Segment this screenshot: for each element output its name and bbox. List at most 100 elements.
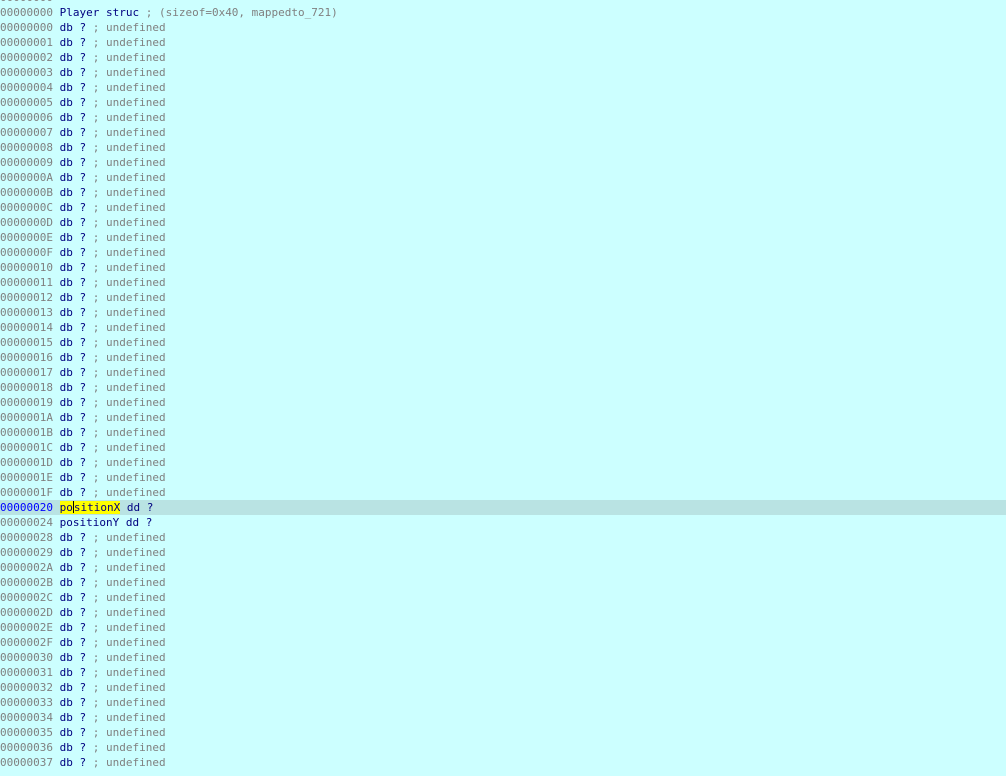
listing-line[interactable]: 00000017 db ? ; undefined [0,365,1006,380]
line-code[interactable]: db ? [60,711,87,724]
listing-line[interactable]: 00000008 db ? ; undefined [0,140,1006,155]
structure-view[interactable]: 00000000 00000000 Player struc ; (sizeof… [0,0,1006,776]
listing-line[interactable]: 0000001F db ? ; undefined [0,485,1006,500]
listing-line[interactable]: 0000000E db ? ; undefined [0,230,1006,245]
listing-line[interactable]: 00000014 db ? ; undefined [0,320,1006,335]
current-line[interactable]: 00000020 positionX dd ? [0,500,1006,515]
listing-line[interactable]: 00000011 db ? ; undefined [0,275,1006,290]
listing-line[interactable]: 00000006 db ? ; undefined [0,110,1006,125]
line-code[interactable]: db ? [60,351,87,364]
line-code[interactable]: db ? [60,216,87,229]
line-code[interactable]: db ? [60,726,87,739]
line-code[interactable]: db ? [60,276,87,289]
line-code[interactable]: db ? [60,156,87,169]
listing-line[interactable]: 00000013 db ? ; undefined [0,305,1006,320]
listing-line[interactable]: 00000018 db ? ; undefined [0,380,1006,395]
listing-line[interactable]: 0000002C db ? ; undefined [0,590,1006,605]
listing-line[interactable]: 0000000A db ? ; undefined [0,170,1006,185]
listing-line[interactable]: 00000019 db ? ; undefined [0,395,1006,410]
listing-line[interactable]: 0000001E db ? ; undefined [0,470,1006,485]
line-code[interactable]: db ? [60,576,87,589]
line-code[interactable]: db ? [60,531,87,544]
listing-line[interactable]: 0000000D db ? ; undefined [0,215,1006,230]
listing-line[interactable]: 00000005 db ? ; undefined [0,95,1006,110]
line-code[interactable]: db ? [60,591,87,604]
listing-line[interactable]: 0000001C db ? ; undefined [0,440,1006,455]
line-code[interactable]: db ? [60,291,87,304]
line-code[interactable]: db ? [60,666,87,679]
listing-line[interactable]: 0000001A db ? ; undefined [0,410,1006,425]
listing-line[interactable]: 0000001B db ? ; undefined [0,425,1006,440]
highlighted-identifier[interactable]: positionX [59,501,121,514]
listing-line[interactable]: 00000015 db ? ; undefined [0,335,1006,350]
listing-line[interactable]: 0000000F db ? ; undefined [0,245,1006,260]
listing-line[interactable]: 00000036 db ? ; undefined [0,740,1006,755]
line-code[interactable]: db ? [60,81,87,94]
listing-line[interactable]: 0000002D db ? ; undefined [0,605,1006,620]
line-code[interactable]: db ? [60,126,87,139]
line-code[interactable]: db ? [60,681,87,694]
listing-line[interactable]: 00000030 db ? ; undefined [0,650,1006,665]
listing-line[interactable]: 00000000 Player struc ; (sizeof=0x40, ma… [0,5,1006,20]
line-code[interactable]: positionX dd ? [59,501,153,514]
line-code[interactable]: positionY dd ? [60,516,153,529]
listing-line[interactable]: 00000032 db ? ; undefined [0,680,1006,695]
line-code[interactable]: db ? [60,171,87,184]
line-code[interactable]: db ? [60,36,87,49]
structure-listing[interactable]: 00000000 00000000 Player struc ; (sizeof… [0,0,1006,770]
line-code[interactable]: db ? [60,21,87,34]
line-code[interactable]: db ? [60,51,87,64]
listing-line[interactable]: 00000016 db ? ; undefined [0,350,1006,365]
listing-line[interactable]: 00000002 db ? ; undefined [0,50,1006,65]
line-code[interactable]: db ? [60,486,87,499]
line-code[interactable]: db ? [60,261,87,274]
listing-line[interactable]: 0000002A db ? ; undefined [0,560,1006,575]
line-code[interactable]: db ? [60,321,87,334]
listing-line[interactable]: 00000033 db ? ; undefined [0,695,1006,710]
listing-line[interactable]: 00000001 db ? ; undefined [0,35,1006,50]
line-code[interactable]: db ? [60,396,87,409]
listing-line[interactable]: 00000010 db ? ; undefined [0,260,1006,275]
listing-line[interactable]: 00000035 db ? ; undefined [0,725,1006,740]
line-code[interactable]: db ? [60,636,87,649]
line-code[interactable]: db ? [60,546,87,559]
line-code[interactable]: db ? [60,441,87,454]
line-code[interactable]: db ? [60,366,87,379]
line-code[interactable]: db ? [60,381,87,394]
line-code[interactable]: db ? [60,231,87,244]
line-code[interactable]: Player struc [60,6,139,19]
line-code[interactable]: db ? [60,66,87,79]
listing-line[interactable]: 00000012 db ? ; undefined [0,290,1006,305]
listing-line[interactable]: 00000037 db ? ; undefined [0,755,1006,770]
listing-line[interactable]: 0000000B db ? ; undefined [0,185,1006,200]
listing-line[interactable]: 00000000 db ? ; undefined [0,20,1006,35]
line-code[interactable]: db ? [60,606,87,619]
listing-line[interactable]: 00000029 db ? ; undefined [0,545,1006,560]
line-code[interactable]: db ? [60,621,87,634]
listing-line[interactable]: 00000028 db ? ; undefined [0,530,1006,545]
listing-line[interactable]: 0000002F db ? ; undefined [0,635,1006,650]
line-code[interactable]: db ? [60,96,87,109]
line-code[interactable]: db ? [60,651,87,664]
line-code[interactable]: db ? [60,411,87,424]
listing-line[interactable]: 00000024 positionY dd ? [0,515,1006,530]
listing-line[interactable]: 0000002B db ? ; undefined [0,575,1006,590]
listing-line[interactable]: 00000003 db ? ; undefined [0,65,1006,80]
listing-line[interactable]: 0000001D db ? ; undefined [0,455,1006,470]
listing-line[interactable]: 00000004 db ? ; undefined [0,80,1006,95]
listing-line[interactable]: 00000007 db ? ; undefined [0,125,1006,140]
line-code[interactable]: db ? [60,186,87,199]
line-code[interactable]: db ? [60,696,87,709]
line-code[interactable]: db ? [60,456,87,469]
listing-line[interactable]: 00000034 db ? ; undefined [0,710,1006,725]
listing-line[interactable]: 00000031 db ? ; undefined [0,665,1006,680]
line-code[interactable]: db ? [60,471,87,484]
listing-line[interactable]: 0000002E db ? ; undefined [0,620,1006,635]
line-code[interactable]: db ? [60,201,87,214]
line-code[interactable]: db ? [60,336,87,349]
listing-line[interactable]: 00000009 db ? ; undefined [0,155,1006,170]
line-code[interactable]: db ? [60,246,87,259]
line-code[interactable]: db ? [60,426,87,439]
line-code[interactable]: db ? [60,741,87,754]
line-code[interactable]: db ? [60,561,87,574]
